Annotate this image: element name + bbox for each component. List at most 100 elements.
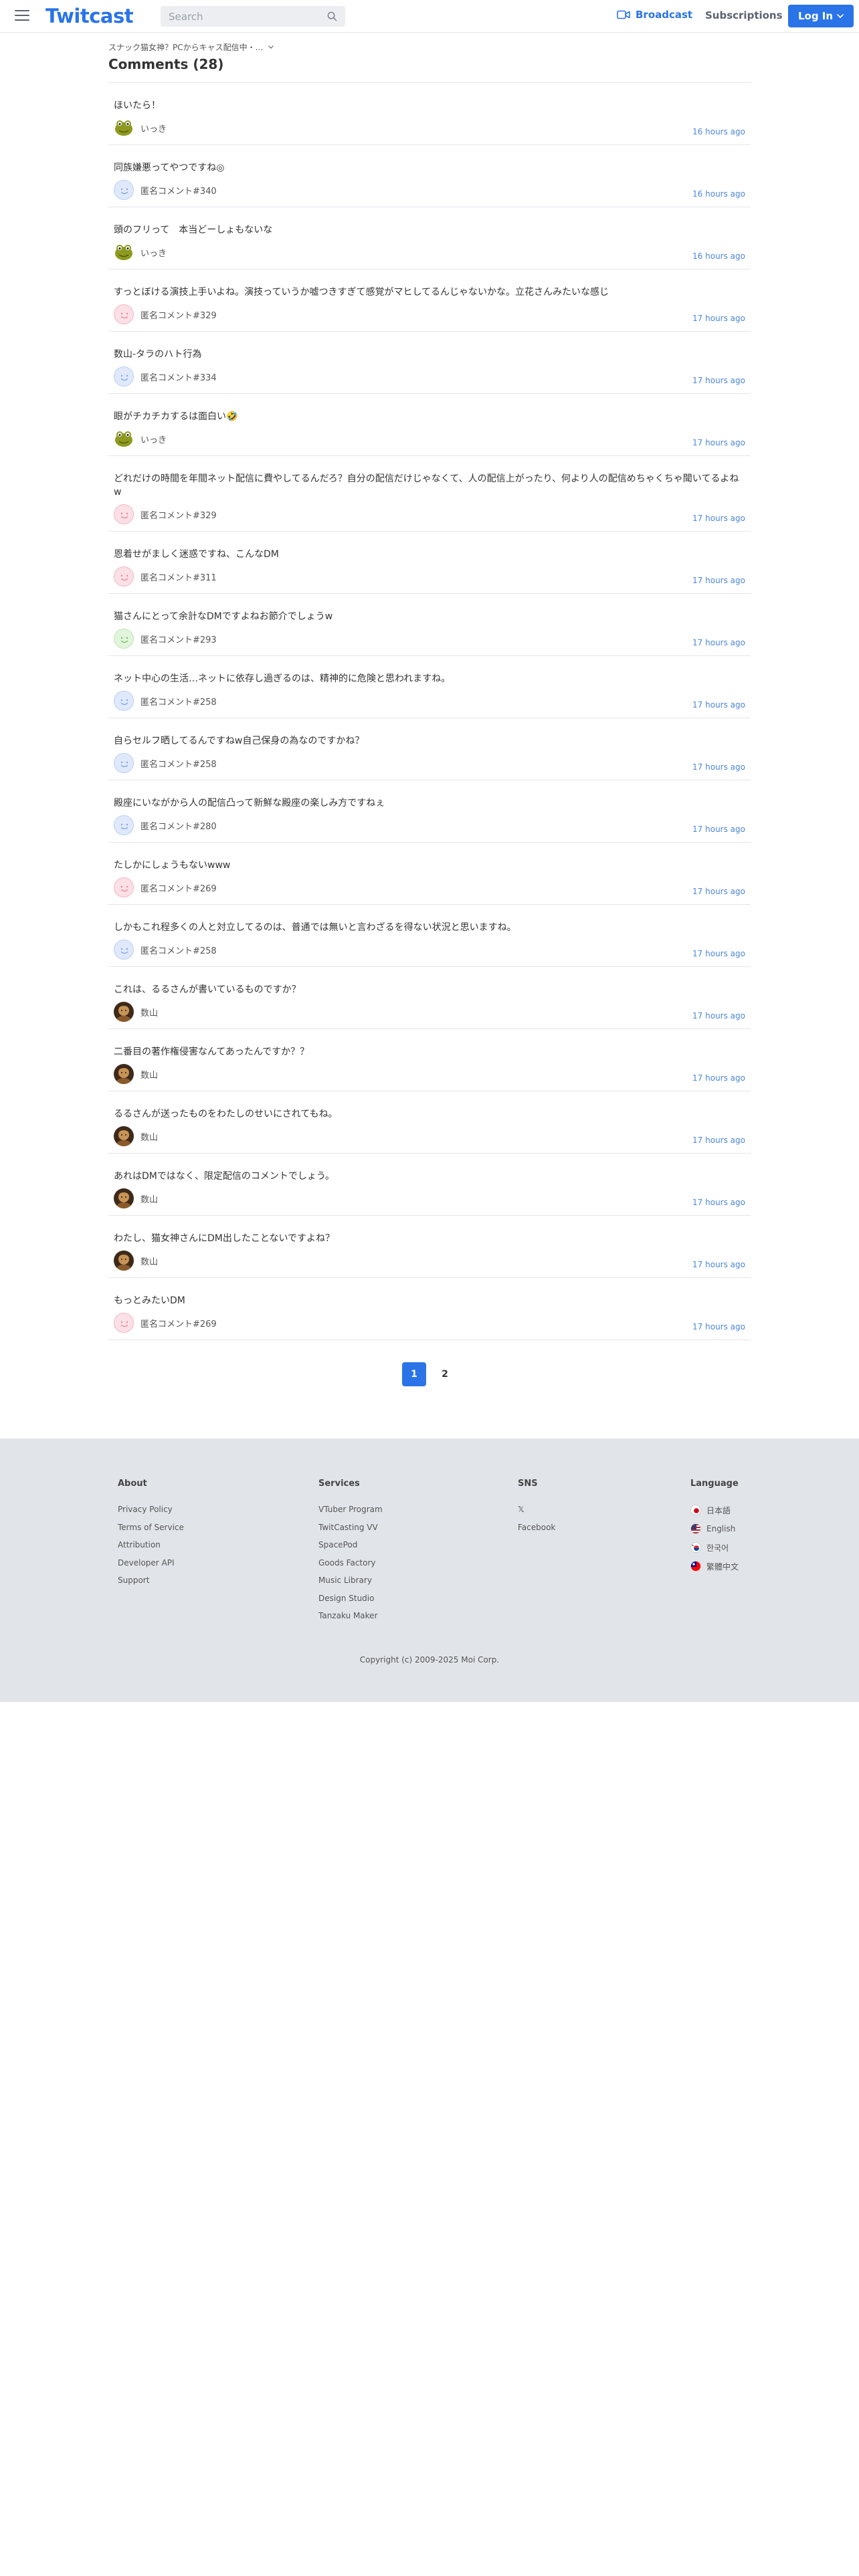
- comment-timestamp[interactable]: 17 hours ago: [692, 700, 745, 710]
- language-option-kr[interactable]: 한국어: [690, 1538, 739, 1557]
- avatar[interactable]: [114, 1126, 134, 1146]
- comment-author[interactable]: 匿名コメント#293: [114, 629, 217, 649]
- comment-timestamp[interactable]: 17 hours ago: [692, 887, 745, 896]
- comment-author[interactable]: いっき: [114, 242, 167, 262]
- avatar[interactable]: [114, 118, 134, 138]
- comment-timestamp[interactable]: 16 hours ago: [692, 251, 745, 261]
- comment-username[interactable]: 匿名コメント#311: [140, 570, 217, 583]
- comment-username[interactable]: 数山: [140, 1068, 158, 1081]
- comment-author[interactable]: 数山: [114, 1188, 158, 1208]
- comment-timestamp[interactable]: 17 hours ago: [692, 825, 745, 834]
- avatar[interactable]: [114, 1251, 134, 1271]
- subscriptions-link[interactable]: Subscriptions: [705, 9, 783, 21]
- language-option-tw[interactable]: 繁體中文: [690, 1557, 739, 1576]
- comment-username[interactable]: 匿名コメント#258: [140, 695, 217, 708]
- page-button-2[interactable]: 2: [433, 1362, 457, 1386]
- comment-username[interactable]: 匿名コメント#258: [140, 757, 217, 770]
- comment-author[interactable]: 匿名コメント#329: [114, 504, 217, 524]
- avatar[interactable]: [114, 504, 134, 524]
- site-logo[interactable]: Twitcast: [45, 5, 134, 27]
- footer-services-link[interactable]: Design Studio: [318, 1594, 383, 1612]
- language-option-jp[interactable]: 日本語: [690, 1501, 739, 1519]
- comment-username[interactable]: 匿名コメント#329: [140, 308, 217, 321]
- comment-username[interactable]: 数山: [140, 1130, 158, 1143]
- comment-author[interactable]: 匿名コメント#269: [114, 877, 217, 897]
- avatar[interactable]: [114, 815, 134, 835]
- comment-author[interactable]: 数山: [114, 1251, 158, 1271]
- comment-author[interactable]: いっき: [114, 429, 167, 449]
- avatar[interactable]: [114, 429, 134, 449]
- comment-username[interactable]: 数山: [140, 1255, 158, 1267]
- footer-sns-link[interactable]: Facebook: [518, 1523, 555, 1541]
- footer-services-link[interactable]: SpacePod: [318, 1540, 383, 1558]
- comment-username[interactable]: 匿名コメント#280: [140, 819, 217, 832]
- comment-timestamp[interactable]: 17 hours ago: [692, 1136, 745, 1145]
- avatar[interactable]: [114, 1188, 134, 1208]
- footer-about-link[interactable]: Support: [118, 1576, 184, 1594]
- comment-author[interactable]: 匿名コメント#258: [114, 753, 217, 773]
- footer-about-link[interactable]: Privacy Policy: [118, 1505, 184, 1523]
- footer-sns-link[interactable]: 𝕏: [518, 1505, 555, 1523]
- comment-username[interactable]: 匿名コメント#329: [140, 508, 217, 521]
- footer-about-link[interactable]: Attribution: [118, 1540, 184, 1558]
- comment-author[interactable]: 匿名コメント#280: [114, 815, 217, 835]
- hamburger-menu-icon[interactable]: [15, 10, 29, 22]
- comment-timestamp[interactable]: 17 hours ago: [692, 438, 745, 447]
- avatar[interactable]: [114, 1313, 134, 1333]
- search-icon[interactable]: [327, 11, 337, 21]
- page-button-1[interactable]: 1: [402, 1362, 426, 1386]
- comment-username[interactable]: 匿名コメント#269: [140, 881, 217, 894]
- avatar[interactable]: [114, 304, 134, 324]
- comment-timestamp[interactable]: 17 hours ago: [692, 514, 745, 523]
- footer-services-link[interactable]: Music Library: [318, 1576, 383, 1594]
- avatar[interactable]: [114, 566, 134, 586]
- comment-username[interactable]: 匿名コメント#340: [140, 184, 217, 197]
- comment-author[interactable]: 匿名コメント#258: [114, 940, 217, 960]
- footer-services-link[interactable]: TwitCasting VV: [318, 1523, 383, 1541]
- comment-timestamp[interactable]: 17 hours ago: [692, 1073, 745, 1083]
- avatar[interactable]: [114, 753, 134, 773]
- avatar[interactable]: [114, 242, 134, 262]
- breadcrumb[interactable]: スナック猫女神？PCからキャス配信中・...: [108, 40, 751, 53]
- footer-services-link[interactable]: Tanzaku Maker: [318, 1611, 383, 1629]
- comment-timestamp[interactable]: 17 hours ago: [692, 1322, 745, 1331]
- comment-username[interactable]: 匿名コメント#258: [140, 944, 217, 956]
- comment-author[interactable]: いっき: [114, 118, 167, 138]
- avatar[interactable]: [114, 1002, 134, 1022]
- avatar[interactable]: [114, 1064, 134, 1084]
- comment-username[interactable]: 匿名コメント#293: [140, 633, 217, 645]
- footer-services-link[interactable]: VTuber Program: [318, 1505, 383, 1523]
- comment-username[interactable]: 匿名コメント#269: [140, 1317, 217, 1329]
- comment-timestamp[interactable]: 16 hours ago: [692, 189, 745, 199]
- avatar[interactable]: [114, 366, 134, 387]
- comment-author[interactable]: 匿名コメント#334: [114, 366, 217, 387]
- comment-timestamp[interactable]: 17 hours ago: [692, 314, 745, 323]
- comment-timestamp[interactable]: 17 hours ago: [692, 1260, 745, 1269]
- comment-timestamp[interactable]: 16 hours ago: [692, 127, 745, 136]
- avatar[interactable]: [114, 180, 134, 200]
- avatar[interactable]: [114, 877, 134, 897]
- footer-about-link[interactable]: Developer API: [118, 1558, 184, 1576]
- comment-timestamp[interactable]: 17 hours ago: [692, 1011, 745, 1021]
- comment-timestamp[interactable]: 17 hours ago: [692, 1198, 745, 1207]
- login-button[interactable]: Log In: [788, 5, 854, 27]
- comment-author[interactable]: 匿名コメント#258: [114, 691, 217, 711]
- comment-timestamp[interactable]: 17 hours ago: [692, 576, 745, 585]
- comment-timestamp[interactable]: 17 hours ago: [692, 949, 745, 958]
- comment-username[interactable]: 匿名コメント#334: [140, 370, 217, 383]
- comment-username[interactable]: 数山: [140, 1192, 158, 1205]
- search-input[interactable]: [161, 6, 345, 27]
- comment-timestamp[interactable]: 17 hours ago: [692, 638, 745, 647]
- comment-username[interactable]: 数山: [140, 1006, 158, 1018]
- comment-author[interactable]: 匿名コメント#340: [114, 180, 217, 200]
- language-option-us[interactable]: English: [690, 1519, 739, 1538]
- comment-author[interactable]: 数山: [114, 1064, 158, 1084]
- comment-author[interactable]: 匿名コメント#311: [114, 566, 217, 586]
- footer-about-link[interactable]: Terms of Service: [118, 1523, 184, 1541]
- avatar[interactable]: [114, 940, 134, 960]
- search-box[interactable]: [161, 6, 345, 27]
- footer-services-link[interactable]: Goods Factory: [318, 1558, 383, 1576]
- comment-author[interactable]: 数山: [114, 1126, 158, 1146]
- avatar[interactable]: [114, 629, 134, 649]
- comment-username[interactable]: いっき: [140, 433, 167, 445]
